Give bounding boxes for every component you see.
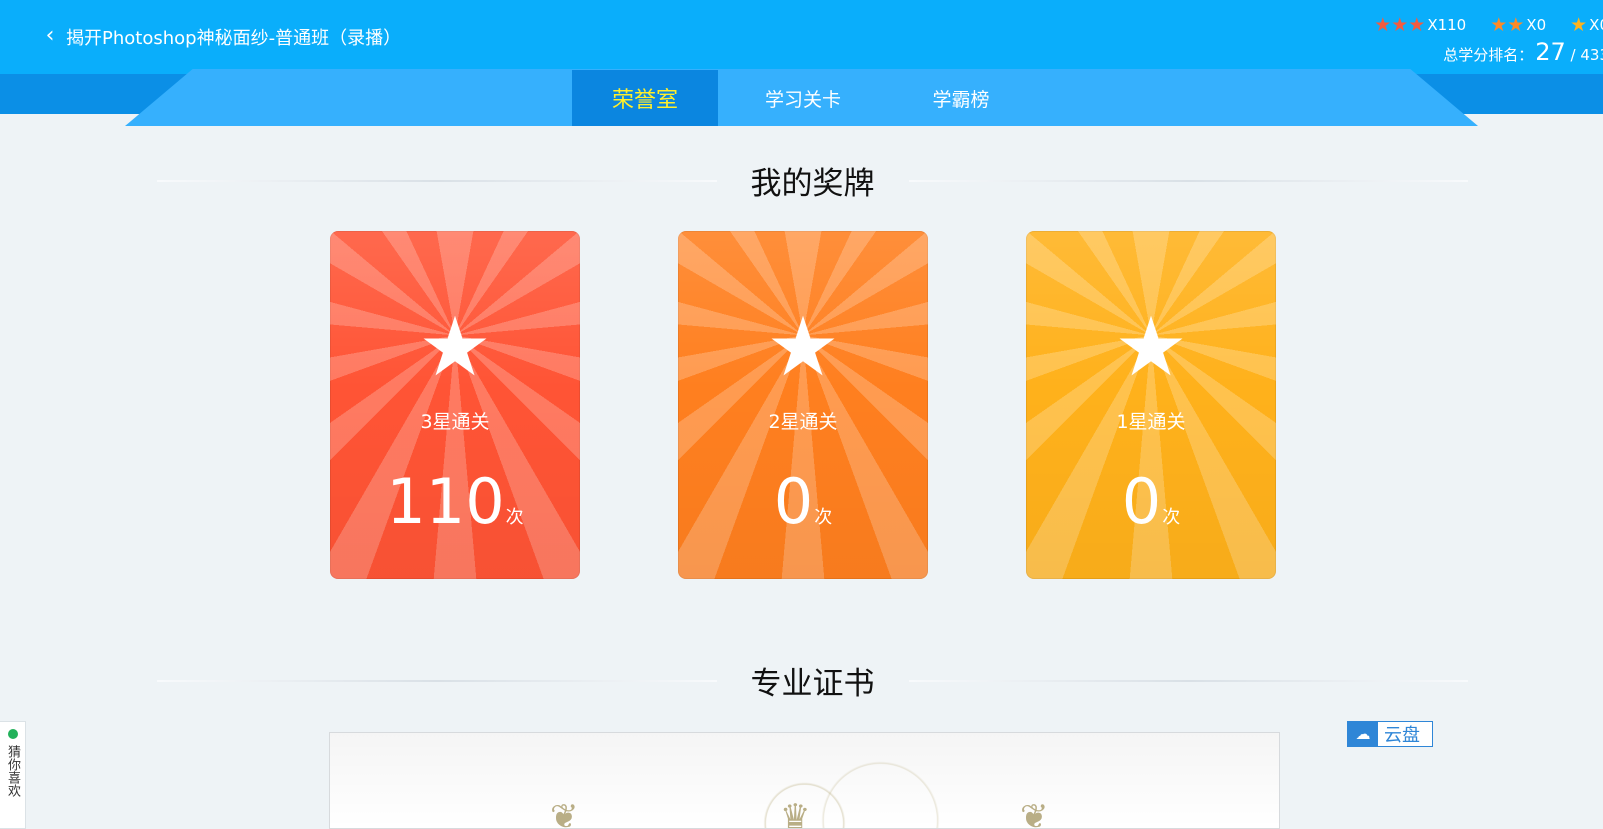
medal-unit: 次 (814, 507, 833, 528)
certificate-preview[interactable]: ❦ ♛ ❦ (329, 732, 1280, 829)
medals-section-heading: 我的奖牌 (157, 158, 1468, 203)
medals-title: 我的奖牌 (750, 166, 875, 202)
two-stars-icon: ★★ (1490, 13, 1525, 36)
three-stars-icon: ★★★ (1374, 13, 1426, 36)
divider-line (908, 179, 1468, 182)
tab-top-learners-label: 学霸榜 (932, 88, 990, 111)
divider-line (908, 679, 1468, 682)
star-icon: ★ (766, 300, 840, 395)
one-star-summary: ★ X0 (1570, 13, 1603, 36)
total-rank: 总学分排名：27 / 433 (1443, 38, 1603, 66)
medal-value: 0次 (678, 471, 928, 533)
rank-value: 27 (1535, 38, 1566, 66)
certificate-title: 专业证书 (750, 666, 875, 702)
medal-value: 110次 (330, 471, 580, 533)
medal-label: 3星通关 (420, 411, 490, 433)
divider-line (157, 679, 717, 682)
star-summary: ★★★ X110 ★★ X0 ★ X0 (1374, 12, 1603, 38)
cloud-drive-label: 云盘 (1384, 725, 1420, 746)
two-star-summary: ★★ X0 (1490, 13, 1547, 36)
certificate-section-heading: 专业证书 (157, 658, 1468, 703)
back-button[interactable]: ‹ (40, 23, 60, 48)
medal-count: 110 (386, 465, 505, 538)
tab-honor-room-label: 荣誉室 (611, 88, 678, 113)
medal-count: 0 (773, 465, 814, 538)
tab-top-learners[interactable]: 学霸榜 (888, 70, 1034, 126)
status-dot (7, 729, 18, 739)
medal-label: 1星通关 (1116, 411, 1186, 433)
one-star-icon: ★ (1570, 13, 1588, 36)
cloud-drive-button[interactable]: ☁ 云盘 (1347, 721, 1433, 747)
medal-value: 0次 (1026, 471, 1276, 533)
medal-card-two-star: ★ 2星通关 0次 (678, 231, 928, 579)
recommendation-widget[interactable]: 猜你喜欢 (0, 721, 26, 829)
three-star-count: X110 (1427, 16, 1467, 34)
ornament-icon: ❦ (1020, 797, 1049, 829)
two-star-count: X0 (1526, 16, 1547, 34)
ornament-icon: ❦ (550, 797, 579, 829)
rank-label: 总学分排名： (1443, 46, 1534, 64)
medal-unit: 次 (505, 507, 524, 528)
divider-line (157, 179, 717, 182)
rank-total: / 433 (1570, 46, 1603, 64)
one-star-count: X0 (1589, 16, 1603, 34)
tab-learning-levels-label: 学习关卡 (764, 88, 841, 111)
star-icon: ★ (1114, 300, 1188, 395)
chevron-left-icon: ‹ (45, 23, 55, 48)
medal-unit: 次 (1162, 507, 1181, 528)
tab-honor-room[interactable]: 荣誉室 (572, 70, 718, 126)
tab-learning-levels[interactable]: 学习关卡 (718, 70, 888, 126)
medal-label: 2星通关 (768, 411, 838, 433)
star-icon: ★ (418, 300, 492, 395)
medal-card-one-star: ★ 1星通关 0次 (1026, 231, 1276, 579)
medal-card-three-star: ★ 3星通关 110次 (330, 231, 580, 579)
cloud-icon: ☁ (1348, 722, 1378, 746)
recommendation-label: 猜你喜欢 (5, 745, 20, 797)
course-title: 揭开Photoshop神秘面纱-普通班（录播） (66, 28, 402, 49)
main-tabs: 荣誉室 学习关卡 学霸榜 (572, 70, 1034, 126)
medal-count: 0 (1121, 465, 1162, 538)
three-star-summary: ★★★ X110 (1374, 13, 1467, 36)
crown-ornament-icon: ♛ (780, 797, 811, 829)
